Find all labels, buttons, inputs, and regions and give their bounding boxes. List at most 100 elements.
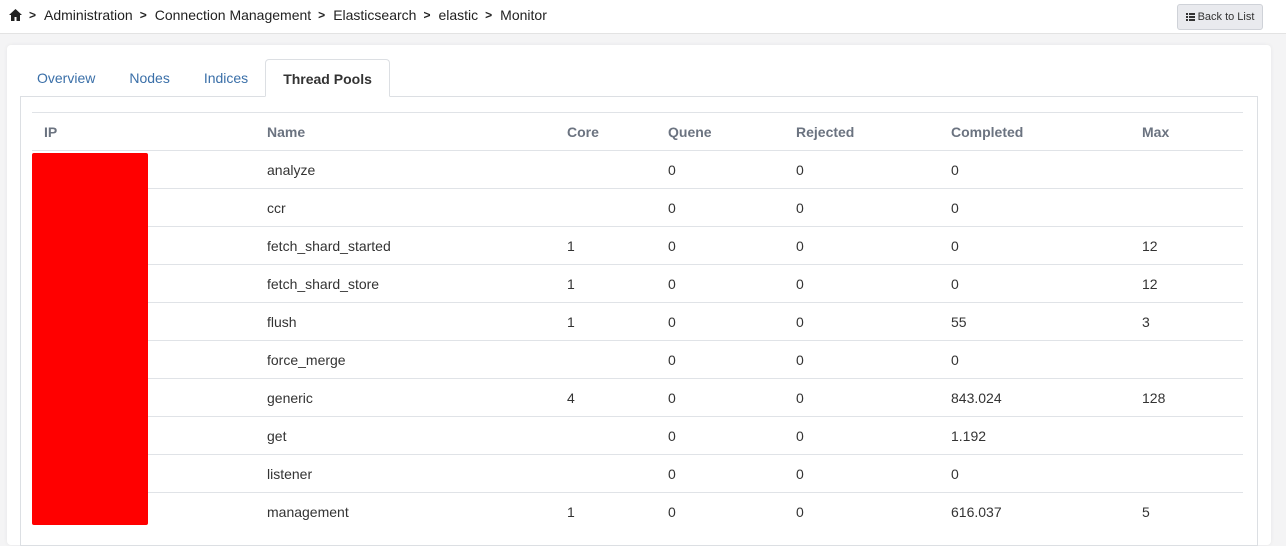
column-header-core: Core [567, 112, 668, 151]
cell-completed: 0 [951, 226, 1142, 265]
tab-overview[interactable]: Overview [20, 59, 112, 97]
cell-rejected: 0 [796, 454, 951, 493]
back-to-list-button[interactable]: Back to List [1177, 4, 1263, 30]
column-header-ip: IP [32, 112, 267, 151]
cell-completed: 1.192 [951, 416, 1142, 455]
cell-max [1142, 416, 1243, 455]
cell-queue: 0 [668, 150, 796, 189]
cell-max [1142, 340, 1243, 379]
table-row: ccr 0 0 0 [32, 188, 1243, 227]
cell-completed: 55 [951, 302, 1142, 341]
tab-bar: Overview Nodes Indices Thread Pools [20, 59, 390, 97]
cell-core: 4 [567, 378, 668, 417]
cell-core [567, 150, 668, 189]
cell-rejected: 0 [796, 492, 951, 531]
cell-rejected: 0 [796, 188, 951, 227]
cell-queue: 0 [668, 302, 796, 341]
breadcrumb-separator: > [485, 8, 493, 22]
table-row: management 1 0 0 616.037 5 [32, 492, 1243, 531]
breadcrumb-connection-management[interactable]: Connection Management [155, 7, 311, 23]
cell-name: listener [267, 454, 567, 493]
cell-queue: 0 [668, 492, 796, 531]
cell-max: 3 [1142, 302, 1243, 341]
thread-pools-table: IP Name Core Quene Rejected Completed Max anal… [32, 112, 1243, 531]
tab-indices[interactable]: Indices [187, 59, 265, 97]
cell-completed: 0 [951, 188, 1142, 227]
top-bar: > Administration > Connection Management… [0, 0, 1286, 34]
cell-core: 1 [567, 264, 668, 303]
cell-queue: 0 [668, 416, 796, 455]
cell-name: ccr [267, 188, 567, 227]
breadcrumb-separator: > [139, 8, 147, 22]
cell-queue: 0 [668, 264, 796, 303]
table-row: get 0 0 1.192 [32, 416, 1243, 455]
cell-max: 12 [1142, 226, 1243, 265]
cell-max: 12 [1142, 264, 1243, 303]
cell-queue: 0 [668, 340, 796, 379]
cell-queue: 0 [668, 378, 796, 417]
cell-core: 1 [567, 302, 668, 341]
breadcrumb-elastic[interactable]: elastic [438, 7, 478, 23]
breadcrumb-separator: > [318, 8, 326, 22]
cell-max [1142, 454, 1243, 493]
cell-name: flush [267, 302, 567, 341]
cell-completed: 0 [951, 150, 1142, 189]
cell-rejected: 0 [796, 150, 951, 189]
cell-max: 128 [1142, 378, 1243, 417]
tab-nodes[interactable]: Nodes [112, 59, 186, 97]
table-row: generic 4 0 0 843.024 128 [32, 378, 1243, 417]
cell-core [567, 340, 668, 379]
cell-core: 1 [567, 492, 668, 531]
column-header-completed: Completed [951, 112, 1142, 151]
cell-queue: 0 [668, 454, 796, 493]
redacted-ip-block [32, 153, 148, 525]
cell-rejected: 0 [796, 340, 951, 379]
breadcrumb-separator: > [29, 8, 37, 22]
cell-completed: 0 [951, 264, 1142, 303]
cell-name: force_merge [267, 340, 567, 379]
cell-name: fetch_shard_started [267, 226, 567, 265]
cell-rejected: 0 [796, 378, 951, 417]
column-header-quene: Quene [668, 112, 796, 151]
cell-completed: 843.024 [951, 378, 1142, 417]
cell-completed: 0 [951, 340, 1142, 379]
cell-core [567, 454, 668, 493]
table-row: force_merge 0 0 0 [32, 340, 1243, 379]
cell-queue: 0 [668, 226, 796, 265]
table-row: fetch_shard_store 1 0 0 0 12 [32, 264, 1243, 303]
back-to-list-label: Back to List [1197, 11, 1255, 23]
home-icon[interactable] [9, 9, 22, 21]
cell-name: generic [267, 378, 567, 417]
cell-rejected: 0 [796, 264, 951, 303]
cell-name: get [267, 416, 567, 455]
column-header-name: Name [267, 112, 567, 151]
cell-core [567, 188, 668, 227]
cell-core: 1 [567, 226, 668, 265]
breadcrumb-elasticsearch[interactable]: Elasticsearch [333, 7, 416, 23]
breadcrumb: > Administration > Connection Management… [9, 7, 547, 23]
cell-rejected: 0 [796, 302, 951, 341]
column-header-max: Max [1142, 112, 1243, 151]
breadcrumb-administration[interactable]: Administration [44, 7, 133, 23]
cell-queue: 0 [668, 188, 796, 227]
table-header-row: IP Name Core Quene Rejected Completed Max [32, 112, 1243, 151]
cell-rejected: 0 [796, 416, 951, 455]
cell-name: management [267, 492, 567, 531]
tab-thread-pools[interactable]: Thread Pools [265, 59, 390, 97]
cell-name: analyze [267, 150, 567, 189]
cell-max [1142, 150, 1243, 189]
cell-rejected: 0 [796, 226, 951, 265]
cell-core [567, 416, 668, 455]
list-icon [1185, 13, 1195, 21]
cell-max [1142, 188, 1243, 227]
cell-max: 5 [1142, 492, 1243, 531]
table-row: analyze 0 0 0 [32, 150, 1243, 189]
cell-completed: 616.037 [951, 492, 1142, 531]
cell-name: fetch_shard_store [267, 264, 567, 303]
cell-completed: 0 [951, 454, 1142, 493]
table-row: listener 0 0 0 [32, 454, 1243, 493]
column-header-rejected: Rejected [796, 112, 951, 151]
breadcrumb-monitor: Monitor [500, 7, 547, 23]
table-row: fetch_shard_started 1 0 0 0 12 [32, 226, 1243, 265]
table-row: flush 1 0 0 55 3 [32, 302, 1243, 341]
